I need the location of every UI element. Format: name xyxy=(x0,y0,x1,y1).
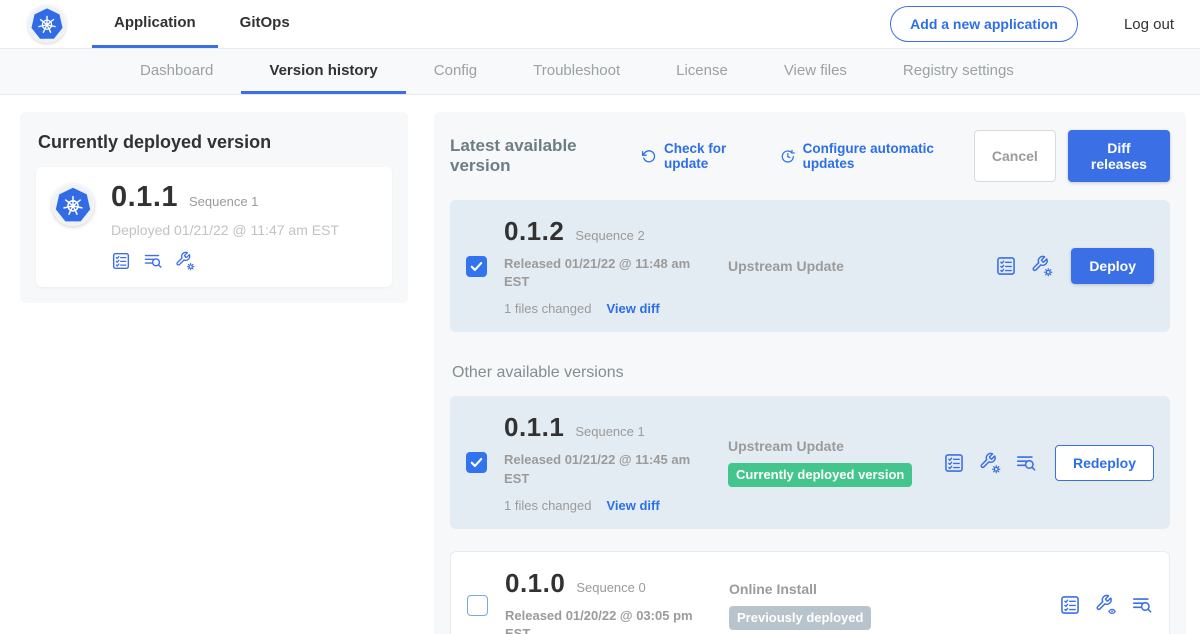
version-number: 0.1.2 xyxy=(504,216,564,247)
files-changed-label: 1 files changed xyxy=(504,498,591,513)
deployed-version-info: 0.1.1 Sequence 1 Deployed 01/21/22 @ 11:… xyxy=(111,181,339,271)
deployed-version-card: 0.1.1 Sequence 1 Deployed 01/21/22 @ 11:… xyxy=(36,167,392,287)
logs-icon[interactable] xyxy=(143,251,163,271)
deployed-version-actions xyxy=(111,251,339,271)
tab-dashboard[interactable]: Dashboard xyxy=(112,49,241,94)
files-changed-label: 1 files changed xyxy=(504,301,591,316)
version-info: 0.1.2 Sequence 2 Released 01/21/22 @ 11:… xyxy=(504,216,700,316)
header-actions: Cancel Diff releases xyxy=(974,130,1170,182)
version-select-checkbox[interactable] xyxy=(467,595,488,616)
kubernetes-logo-icon xyxy=(28,5,66,43)
version-actions: Redeploy xyxy=(943,445,1154,481)
version-row-0-1-1: 0.1.1 Sequence 1 Released 01/21/22 @ 11:… xyxy=(450,396,1170,528)
previously-deployed-badge: Previously deployed xyxy=(729,606,871,630)
version-source: Upstream Update xyxy=(700,258,995,274)
check-for-update-link[interactable]: Check for update xyxy=(641,141,765,171)
config-wrench-gear-icon[interactable] xyxy=(175,251,195,271)
version-info: 0.1.1 Sequence 1 Released 01/21/22 @ 11:… xyxy=(504,412,700,512)
view-diff-link[interactable]: View diff xyxy=(606,498,659,513)
release-notes-icon[interactable] xyxy=(111,251,131,271)
cancel-button[interactable]: Cancel xyxy=(974,130,1056,182)
checkmark-icon xyxy=(469,259,484,274)
check-for-update-label: Check for update xyxy=(664,141,765,171)
clock-refresh-icon xyxy=(780,148,796,165)
deployed-sequence-label: Sequence 1 xyxy=(189,194,258,209)
config-wrench-eye-icon[interactable] xyxy=(1095,594,1117,616)
version-actions: Deploy xyxy=(995,248,1154,284)
release-notes-icon[interactable] xyxy=(995,255,1017,277)
other-available-versions-title: Other available versions xyxy=(452,364,1170,382)
version-source: Online Install Previously deployed xyxy=(701,581,1059,630)
available-versions-header: Latest available version Check for updat… xyxy=(450,130,1170,182)
version-select-checkbox[interactable] xyxy=(466,256,487,277)
tab-config[interactable]: Config xyxy=(406,49,505,94)
top-nav-tabs: Application GitOps xyxy=(92,0,312,48)
version-row-0-1-2: 0.1.2 Sequence 2 Released 01/21/22 @ 11:… xyxy=(450,200,1170,332)
released-timestamp: Released 01/21/22 @ 11:45 am EST xyxy=(504,451,700,487)
version-select-checkbox[interactable] xyxy=(466,452,487,473)
top-nav-right: Add a new application Log out xyxy=(890,0,1174,48)
checkmark-icon xyxy=(469,455,484,470)
deploy-button[interactable]: Deploy xyxy=(1071,248,1154,284)
version-info: 0.1.0 Sequence 0 Released 01/20/22 @ 03:… xyxy=(505,568,701,634)
configure-automatic-updates-link[interactable]: Configure automatic updates xyxy=(780,141,974,171)
released-timestamp: Released 01/20/22 @ 03:05 pm EST xyxy=(505,607,701,634)
sequence-label: Sequence 0 xyxy=(576,580,645,595)
available-versions-panel: Latest available version Check for updat… xyxy=(434,112,1186,634)
main-content: Currently deployed version 0.1.1 Sequenc… xyxy=(0,95,1200,634)
diff-releases-button[interactable]: Diff releases xyxy=(1068,130,1170,182)
sequence-label: Sequence 2 xyxy=(575,228,644,243)
configure-automatic-updates-label: Configure automatic updates xyxy=(803,141,974,171)
logout-button[interactable]: Log out xyxy=(1100,16,1174,33)
latest-available-title: Latest available version xyxy=(450,136,626,176)
currently-deployed-title: Currently deployed version xyxy=(38,132,392,153)
app-sub-nav: Dashboard Version history Config Trouble… xyxy=(0,48,1200,95)
tab-license[interactable]: License xyxy=(648,49,756,94)
sequence-label: Sequence 1 xyxy=(575,424,644,439)
version-actions xyxy=(1059,594,1153,616)
version-row-0-1-0: 0.1.0 Sequence 0 Released 01/20/22 @ 03:… xyxy=(450,551,1170,634)
top-nav: Application GitOps Add a new application… xyxy=(0,0,1200,48)
tab-version-history[interactable]: Version history xyxy=(241,49,405,94)
config-wrench-gear-icon[interactable] xyxy=(1031,255,1053,277)
version-number: 0.1.0 xyxy=(505,568,565,599)
app-kubernetes-logo-icon xyxy=(52,184,94,226)
version-source: Upstream Update Currently deployed versi… xyxy=(700,438,943,487)
config-wrench-gear-icon[interactable] xyxy=(979,452,1001,474)
redeploy-button[interactable]: Redeploy xyxy=(1055,445,1154,481)
logs-icon[interactable] xyxy=(1015,452,1037,474)
tab-registry-settings[interactable]: Registry settings xyxy=(875,49,1042,94)
tab-gitops[interactable]: GitOps xyxy=(218,0,312,48)
currently-deployed-panel: Currently deployed version 0.1.1 Sequenc… xyxy=(20,112,408,303)
add-new-application-button[interactable]: Add a new application xyxy=(890,6,1078,42)
refresh-icon xyxy=(641,148,657,165)
release-notes-icon[interactable] xyxy=(1059,594,1081,616)
logs-icon[interactable] xyxy=(1131,594,1153,616)
version-number: 0.1.1 xyxy=(504,412,564,443)
view-diff-link[interactable]: View diff xyxy=(606,301,659,316)
release-notes-icon[interactable] xyxy=(943,452,965,474)
tab-view-files[interactable]: View files xyxy=(756,49,875,94)
deployed-timestamp: Deployed 01/21/22 @ 11:47 am EST xyxy=(111,222,339,238)
tab-application[interactable]: Application xyxy=(92,0,218,48)
currently-deployed-badge: Currently deployed version xyxy=(728,463,912,487)
tab-troubleshoot[interactable]: Troubleshoot xyxy=(505,49,648,94)
released-timestamp: Released 01/21/22 @ 11:48 am EST xyxy=(504,255,700,291)
deployed-version-number: 0.1.1 xyxy=(111,181,178,214)
